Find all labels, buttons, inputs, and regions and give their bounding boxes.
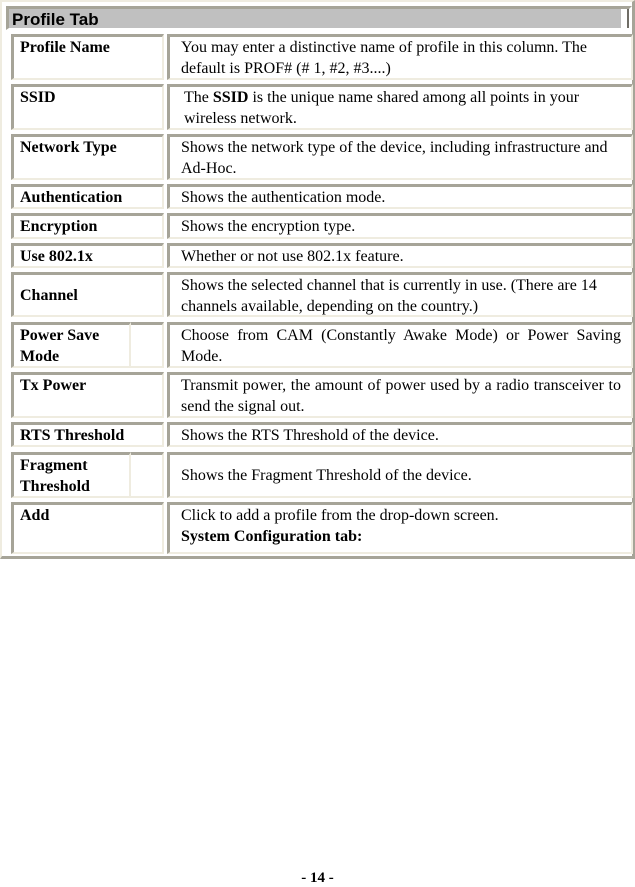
row-label-encryption: Encryption [11,213,164,239]
row-label-ssid: SSID [11,84,164,130]
row-desc-use-8021x: Whether or not use 802.1x feature. [167,243,633,268]
row-label-channel: Channel [11,272,164,317]
row-desc-channel: Shows the selected channel that is curre… [167,272,633,317]
row-desc-power-save-mode: Choose from CAM (Constantly Awake Mode) … [167,322,633,368]
row-desc-rts-threshold: Shows the RTS Threshold of the device. [167,422,633,447]
ssid-desc-prefix: The [184,89,213,106]
row-desc-network-type: Shows the network type of the device, in… [167,134,633,180]
row-label-rts-threshold: RTS Threshold [11,422,164,447]
row-label-filler [131,452,164,498]
row-desc-add: Click to add a profile from the drop-dow… [167,502,633,554]
row-label-power-save-mode: Power Save Mode [11,322,131,368]
row-label-fragment-threshold: Fragment Threshold [11,452,131,498]
row-desc-encryption: Shows the encryption type. [167,213,633,239]
row-desc-ssid: The SSID is the unique name shared among… [167,84,633,130]
row-desc-tx-power: Transmit power, the amount of power used… [167,372,633,418]
row-label-tx-power: Tx Power [11,372,164,418]
profile-tab-table: Profile Tab Profile Name You may enter a… [0,0,635,559]
row-label-use-8021x: Use 802.1x [11,243,164,268]
row-desc-fragment-threshold: Shows the Fragment Threshold of the devi… [167,452,633,498]
header-edge-divider [627,9,629,28]
row-desc-authentication: Shows the authentication mode. [167,184,633,209]
system-configuration-heading: System Configuration tab: [181,528,363,545]
row-label-authentication: Authentication [11,184,164,209]
table-header: Profile Tab [6,6,632,30]
row-desc-profile-name: You may enter a distinctive name of prof… [167,34,633,80]
row-label-filler [131,322,164,368]
page-number: - 14 - [301,870,334,886]
add-desc-text: Click to add a profile from the drop-dow… [181,507,499,524]
section-title: Profile Tab [9,9,621,28]
row-label-profile-name: Profile Name [11,34,164,80]
row-label-network-type: Network Type [11,134,164,180]
row-label-add: Add [11,502,164,554]
ssid-desc-bold: SSID [212,89,249,106]
